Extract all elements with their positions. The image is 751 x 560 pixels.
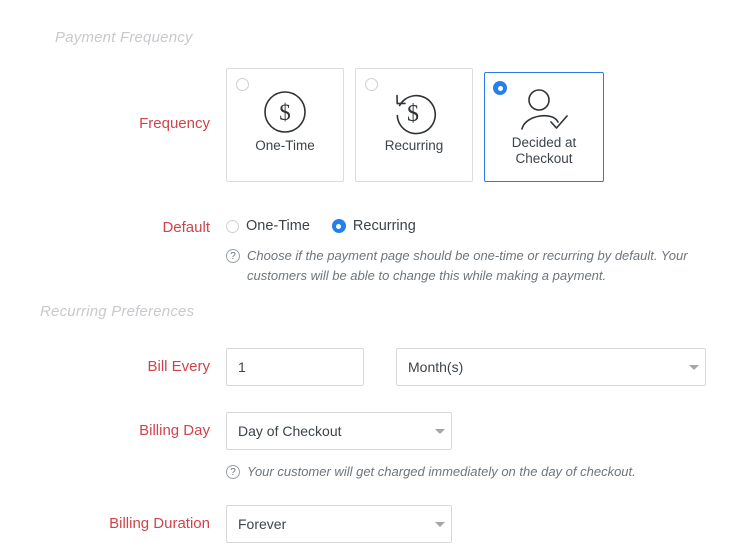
bill-every-input[interactable] [226,348,364,386]
person-check-icon [517,87,571,133]
radio-dot-one-time[interactable] [226,220,239,233]
svg-text:$: $ [407,101,419,127]
billing-day-select-value: Day of Checkout [227,423,429,439]
hint-default: ? Choose if the payment page should be o… [226,246,696,286]
frequency-card-label-line2: Checkout [515,151,572,166]
frequency-card-recurring[interactable]: $ Recurring [355,68,473,182]
frequency-card-one-time[interactable]: $ One-Time [226,68,344,182]
billing-duration-select-value: Forever [227,516,429,532]
bill-unit-select-value: Month(s) [397,359,683,375]
frequency-card-label-line1: Decided at [512,135,577,150]
default-radio-recurring[interactable]: Recurring [332,218,416,234]
chevron-down-icon[interactable] [429,429,451,434]
question-mark-icon: ? [226,465,240,479]
frequency-card-decided-at-checkout[interactable]: Decided at Checkout [484,72,604,182]
default-radio-one-time[interactable]: One-Time [226,218,310,234]
bill-unit-select[interactable]: Month(s) [396,348,706,386]
frequency-card-label-one-time: One-Time [227,138,343,154]
frequency-card-label-recurring: Recurring [356,138,472,154]
hint-default-text: Choose if the payment page should be one… [247,246,696,286]
dollar-circle-icon: $ [262,88,308,136]
frequency-card-radio-recurring[interactable] [365,78,378,91]
radio-dot-recurring[interactable] [332,219,346,233]
default-radio-label-recurring: Recurring [353,218,416,234]
section-heading-payment-frequency: Payment Frequency [55,29,193,46]
recurring-dollar-icon: $ [391,88,437,136]
field-label-billing-day: Billing Day [139,422,210,439]
svg-text:$: $ [279,100,291,125]
chevron-down-icon[interactable] [429,522,451,527]
frequency-card-radio-decided-at-checkout[interactable] [493,81,507,95]
chevron-down-icon[interactable] [683,365,705,370]
question-mark-icon: ? [226,249,240,263]
field-label-billing-duration: Billing Duration [109,515,210,532]
field-label-frequency: Frequency [139,115,210,132]
field-label-bill-every: Bill Every [147,358,210,375]
field-label-default: Default [162,219,210,236]
frequency-card-group: $ One-Time $ Recurring Decided at Chec [226,68,604,182]
billing-duration-select[interactable]: Forever [226,505,452,543]
frequency-card-radio-one-time[interactable] [236,78,249,91]
billing-day-select[interactable]: Day of Checkout [226,412,452,450]
section-heading-recurring-preferences: Recurring Preferences [40,303,194,320]
default-radio-group: One-Time Recurring [226,218,416,234]
hint-billing-day-text: Your customer will get charged immediate… [247,462,636,482]
default-radio-label-one-time: One-Time [246,218,310,234]
frequency-card-label-decided-at-checkout: Decided at Checkout [485,135,603,167]
hint-billing-day: ? Your customer will get charged immedia… [226,462,696,482]
